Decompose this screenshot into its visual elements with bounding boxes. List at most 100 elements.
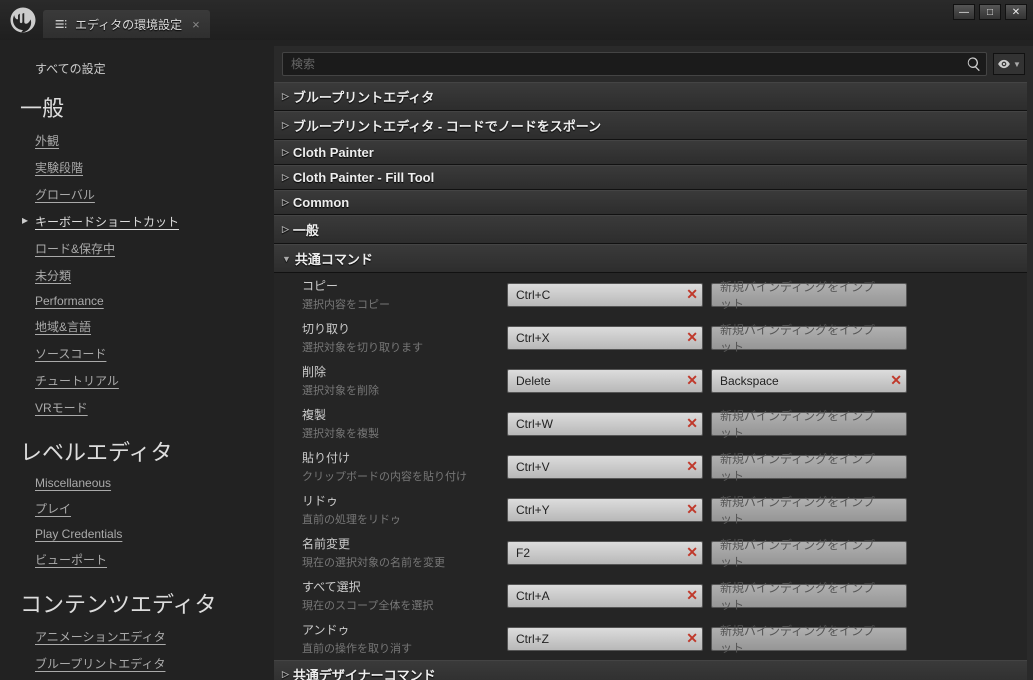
sidebar-item[interactable]: チュートリアル — [0, 367, 258, 394]
command-row: 複製選択対象を複製 Ctrl+W✕ 新規バインディングをインプット✕ — [274, 402, 1027, 445]
sidebar-section-header: 一般 — [0, 77, 258, 127]
tab-editor-preferences[interactable]: エディタの環境設定 × — [43, 10, 210, 38]
sections-scroll[interactable]: ▷ブループリントエディタ▷ブループリントエディタ - コードでノードをスポーン▷… — [274, 82, 1033, 680]
binding-input-2[interactable]: 新規バインディングをインプット✕ — [711, 326, 907, 350]
sidebar-item[interactable]: ソースコード — [0, 340, 258, 367]
binding-value: Ctrl+Z — [516, 632, 549, 646]
command-row: 切り取り選択対象を切り取りますCtrl+X✕新規バインディングをインプット✕ — [274, 316, 1027, 359]
command-name: 削除 — [302, 363, 499, 380]
sidebar-item[interactable]: ロード&保存中 — [0, 235, 258, 262]
sidebar-item[interactable]: 外観 — [0, 127, 258, 154]
sidebar-item[interactable]: アニメーションエディタ — [0, 623, 258, 650]
category-header[interactable]: ▼共通コマンド — [274, 244, 1027, 273]
clear-binding-icon[interactable]: ✕ — [686, 544, 698, 561]
sidebar-item[interactable]: Miscellaneous — [0, 471, 258, 495]
command-info: アンドゥ直前の操作を取り消す — [284, 621, 499, 656]
sidebar-item[interactable]: プレイ — [0, 495, 258, 522]
sidebar-item[interactable]: Performance — [0, 289, 258, 313]
category-header[interactable]: ▷ ブループリントエディタ — [274, 82, 1027, 111]
search-box — [282, 52, 987, 76]
binding-input-1[interactable]: Ctrl+W✕ — [507, 412, 703, 436]
sidebar-item[interactable]: ブループリントエディタ — [0, 650, 258, 677]
binding-input-1[interactable]: Ctrl+X ✕ — [507, 326, 703, 350]
sidebar-item[interactable]: Play Credentials — [0, 522, 258, 546]
command-name: アンドゥ — [302, 621, 499, 638]
binding-input-1[interactable]: F2 ✕ — [507, 541, 703, 565]
category-header[interactable]: ▷Cloth Painter — [274, 140, 1027, 165]
binding-value: 新規バインディングをインプット — [720, 321, 882, 355]
binding-input-2[interactable]: 新規バインディングをインプット✕ — [711, 455, 907, 479]
command-name: コピー — [302, 277, 499, 294]
binding-input-2[interactable]: 新規バインディングをインプット✕ — [711, 541, 907, 565]
triangle-right-icon: ▷ — [282, 147, 289, 158]
category-header[interactable]: ▷一般 — [274, 215, 1027, 244]
sidebar-item[interactable]: グローバル — [0, 181, 258, 208]
clear-binding-icon[interactable]: ✕ — [686, 329, 698, 346]
binding-input-2[interactable]: Backspace ✕ — [711, 369, 907, 393]
binding-input-1[interactable]: Ctrl+Z ✕ — [507, 627, 703, 651]
binding-value: F2 — [516, 546, 530, 560]
binding-input-1[interactable]: Ctrl+V✕ — [507, 455, 703, 479]
binding-value: Backspace — [720, 374, 779, 388]
binding-input-2[interactable]: 新規バインディングをインプット✕ — [711, 627, 907, 651]
clear-binding-icon[interactable]: ✕ — [686, 501, 698, 518]
binding-value: Delete — [516, 374, 551, 388]
sidebar-item[interactable]: 実験段階 — [0, 154, 258, 181]
sidebar-item[interactable]: 地域&言語 — [0, 313, 258, 340]
command-info: 複製選択対象を複製 — [284, 406, 499, 441]
binding-input-1[interactable]: Ctrl+C✕ — [507, 283, 703, 307]
category-header[interactable]: ▷共通デザイナーコマンド — [274, 660, 1027, 680]
sidebar-all-settings[interactable]: すべての設定 — [0, 50, 258, 77]
command-row: アンドゥ直前の操作を取り消す Ctrl+Z ✕ 新規バインディングをインプット✕ — [274, 617, 1027, 660]
command-info: すべて選択現在のスコープ全体を選択 — [284, 578, 499, 613]
command-info: リドゥ直前の処理をリドゥ — [284, 492, 499, 527]
sidebar-item[interactable]: VRモード — [0, 394, 258, 421]
category-header[interactable]: ▷Cloth Painter - Fill Tool — [274, 165, 1027, 190]
search-input[interactable] — [282, 52, 987, 76]
maximize-button[interactable]: □ — [979, 4, 1001, 20]
category-header[interactable]: ▷Common — [274, 190, 1027, 215]
category-label: 共通デザイナーコマンド — [293, 665, 436, 680]
visibility-dropdown[interactable]: ▼ — [993, 53, 1025, 75]
category-label: ブループリントエディタ — [293, 87, 434, 106]
binding-value: Ctrl+X — [516, 331, 550, 345]
minimize-button[interactable]: — — [953, 4, 975, 20]
command-desc: 選択内容をコピー — [302, 296, 499, 312]
binding-input-2[interactable]: 新規バインディングをインプット✕ — [711, 283, 907, 307]
sidebar-item[interactable]: ビューポート — [0, 546, 258, 573]
clear-binding-icon[interactable]: ✕ — [686, 415, 698, 432]
clear-binding-icon[interactable]: ✕ — [686, 630, 698, 647]
triangle-right-icon: ▷ — [282, 91, 289, 102]
category-label: ブループリントエディタ - コードでノードをスポーン — [293, 116, 601, 135]
category-header[interactable]: ▷ブループリントエディタ - コードでノードをスポーン — [274, 111, 1027, 140]
binding-input-1[interactable]: Ctrl+A✕ — [507, 584, 703, 608]
sidebar-section-header: レベルエディタ — [0, 421, 258, 471]
command-name: リドゥ — [302, 492, 499, 509]
command-name: すべて選択 — [302, 578, 499, 595]
settings-icon — [53, 16, 69, 32]
binding-input-2[interactable]: 新規バインディングをインプット✕ — [711, 412, 907, 436]
binding-input-2[interactable]: 新規バインディングをインプット✕ — [711, 498, 907, 522]
close-button[interactable]: ✕ — [1005, 4, 1027, 20]
sidebar[interactable]: すべての設定 一般外観実験段階グローバルキーボードショートカットロード&保存中未… — [0, 40, 258, 680]
tab-close-icon[interactable]: × — [192, 17, 200, 32]
binding-value: 新規バインディングをインプット — [720, 579, 882, 613]
binding-input-1[interactable]: Ctrl+Y✕ — [507, 498, 703, 522]
clear-binding-icon[interactable]: ✕ — [686, 458, 698, 475]
eye-icon — [997, 57, 1011, 71]
command-row: 名前変更現在の選択対象の名前を変更F2✕新規バインディングをインプット✕ — [274, 531, 1027, 574]
command-row: 貼り付けクリップボードの内容を貼り付けCtrl+V✕新規バインディングをインプッ… — [274, 445, 1027, 488]
binding-value: 新規バインディングをインプット — [720, 493, 882, 527]
category-label: Cloth Painter - Fill Tool — [293, 170, 434, 185]
binding-value: 新規バインディングをインプット — [720, 536, 882, 570]
sidebar-item[interactable]: 未分類 — [0, 262, 258, 289]
binding-input-1[interactable]: Delete ✕ — [507, 369, 703, 393]
sidebar-item[interactable]: キーボードショートカット — [0, 208, 258, 235]
command-desc: 選択対象を複製 — [302, 425, 499, 441]
clear-binding-icon[interactable]: ✕ — [686, 372, 698, 389]
binding-input-2[interactable]: 新規バインディングをインプット✕ — [711, 584, 907, 608]
search-row: ▼ — [274, 46, 1033, 82]
clear-binding-icon[interactable]: ✕ — [686, 587, 698, 604]
clear-binding-icon[interactable]: ✕ — [686, 286, 698, 303]
clear-binding-icon[interactable]: ✕ — [890, 372, 902, 389]
